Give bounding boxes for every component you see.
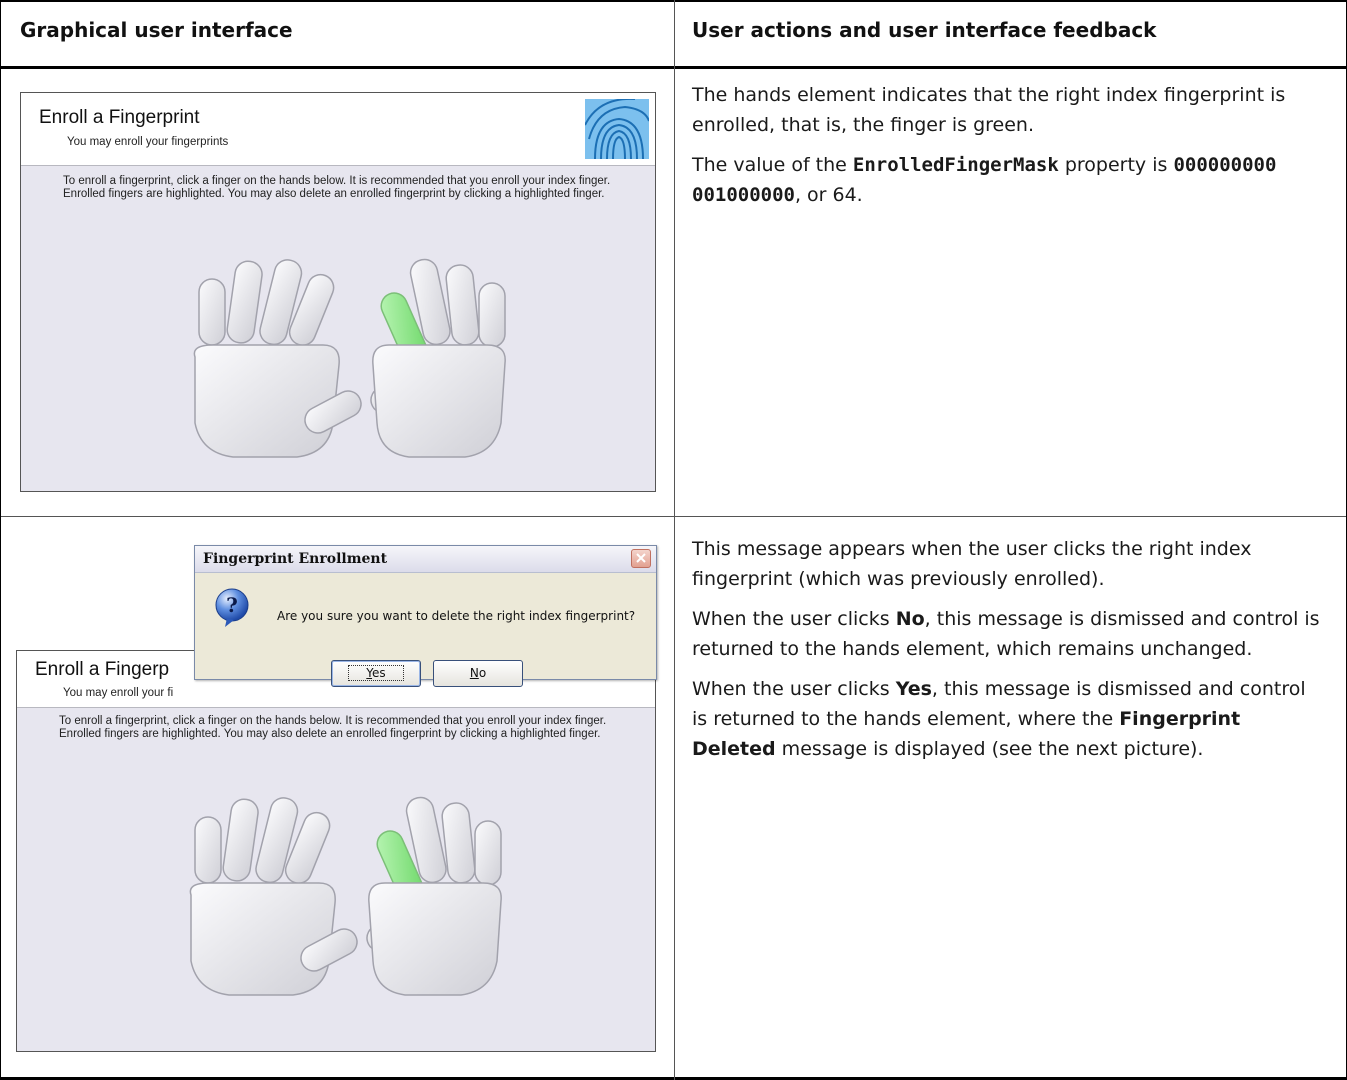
enroll-header: Enroll a Fingerprint You may enroll your… [21, 93, 655, 166]
right-palm [368, 882, 502, 996]
enroll-subtitle: You may enroll your fingerprints [67, 136, 229, 148]
column-divider [674, 0, 675, 1080]
yes-label-rest: es [372, 666, 386, 680]
no-label-rest: o [478, 666, 487, 680]
document-table: Graphical user interface User actions an… [0, 0, 1347, 1080]
right-pinky-finger [478, 282, 506, 348]
right-palm [372, 344, 506, 458]
feedback-1-text-a: The value of the [692, 154, 853, 176]
enroll-instructions: To enroll a fingerprint, click a finger … [63, 175, 611, 200]
feedback-2-text-a: When the user clicks [692, 608, 896, 630]
enroll-subtitle-2: You may enroll your fi [63, 687, 174, 699]
enroll-instructions-2: To enroll a fingerprint, click a finger … [59, 715, 607, 740]
dialog-message: Are you sure you want to delete the righ… [277, 609, 636, 623]
yes-button-label: Yes [348, 665, 404, 681]
enroll-screenshot-2: Enroll a Fingerp You may enroll your fi … [16, 650, 656, 1052]
yes-button[interactable]: Yes [331, 660, 421, 687]
question-icon: ? [215, 588, 249, 627]
no-accelerator: N [469, 666, 479, 680]
feedback-2-text-c: When the user clicks [692, 678, 896, 700]
hands-element-2[interactable] [169, 791, 509, 1001]
feedback-row-1: The hands element indicates that the rig… [692, 80, 1322, 220]
delete-confirm-dialog: Fingerprint Enrollment ? Are you sure yo… [194, 545, 657, 687]
left-ring-finger [222, 798, 259, 882]
hands-element[interactable] [173, 253, 513, 463]
column-header-gui: Graphical user interface [20, 18, 293, 42]
feedback-2-para-2: When the user clicks No, this message is… [692, 604, 1322, 664]
feedback-2-para-3: When the user clicks Yes, this message i… [692, 674, 1322, 764]
right-pinky-finger [474, 820, 502, 886]
table-left-border [0, 0, 1, 1080]
left-pinky-finger [198, 278, 226, 346]
dialog-titlebar: Fingerprint Enrollment [195, 546, 656, 573]
feedback-1-text-b: property is [1058, 154, 1174, 176]
feedback-2-text-e: message is displayed (see the next pictu… [775, 738, 1204, 760]
no-button[interactable]: No [433, 660, 523, 687]
enroll-screenshot-1: Enroll a Fingerprint You may enroll your… [20, 92, 656, 492]
fingerprint-logo-icon [585, 99, 649, 159]
enroll-title-2: Enroll a Fingerp [35, 659, 170, 680]
left-palm [193, 344, 340, 458]
yes-label-ref: Yes [895, 678, 932, 700]
feedback-1-para-1: The hands element indicates that the rig… [692, 84, 1286, 136]
close-icon[interactable] [631, 549, 651, 568]
column-header-feedback: User actions and user interface feedback [692, 18, 1157, 42]
feedback-row-2: This message appears when the user click… [692, 534, 1322, 774]
enroll-title: Enroll a Fingerprint [39, 107, 200, 128]
feedback-1-text-c: , or 64. [794, 184, 863, 206]
enrolled-finger-mask-code: EnrolledFingerMask [852, 154, 1059, 176]
no-label-ref: No [895, 608, 925, 630]
feedback-2-para-1: This message appears when the user click… [692, 538, 1252, 590]
left-pinky-finger [194, 816, 222, 884]
left-palm [189, 882, 336, 996]
dialog-title: Fingerprint Enrollment [203, 551, 388, 567]
feedback-1-para-2: The value of the EnrolledFingerMask prop… [692, 150, 1322, 210]
left-ring-finger [226, 260, 263, 344]
svg-text:?: ? [226, 593, 238, 617]
